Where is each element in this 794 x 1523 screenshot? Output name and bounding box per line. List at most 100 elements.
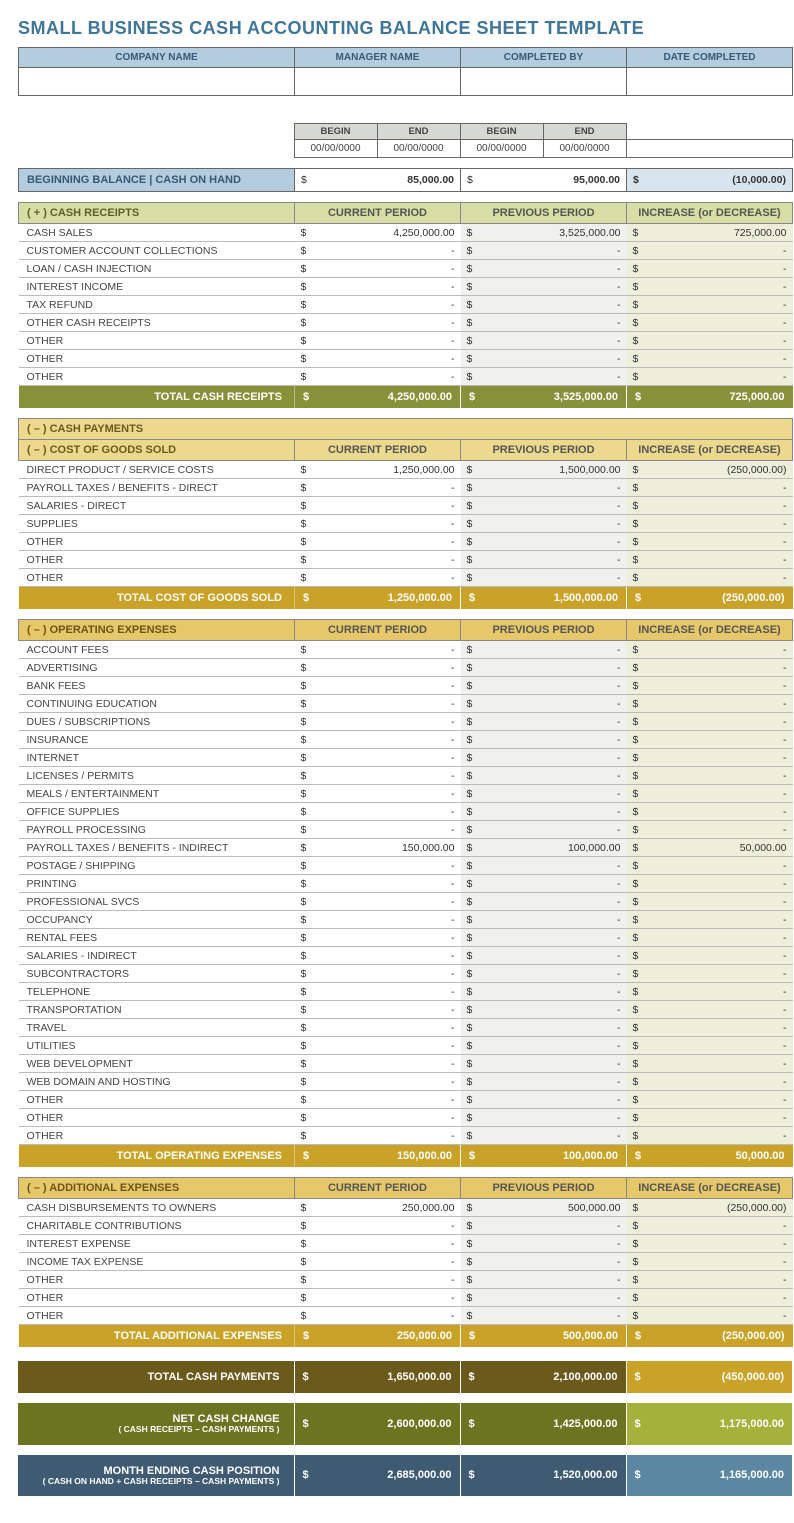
completed-by-input[interactable] xyxy=(461,68,627,96)
row-previous[interactable]: $- xyxy=(461,1127,627,1145)
row-current[interactable]: $- xyxy=(295,641,461,659)
row-current[interactable]: $- xyxy=(295,1037,461,1055)
row-previous[interactable]: $- xyxy=(461,1289,627,1307)
row-current[interactable]: $- xyxy=(295,1217,461,1235)
row-previous[interactable]: $- xyxy=(461,965,627,983)
row-previous[interactable]: $- xyxy=(461,1001,627,1019)
row-previous[interactable]: $- xyxy=(461,497,627,515)
row-current[interactable]: $250,000.00 xyxy=(295,1199,461,1217)
row-previous[interactable]: $- xyxy=(461,929,627,947)
row-previous[interactable]: $- xyxy=(461,1235,627,1253)
row-previous[interactable]: $- xyxy=(461,296,627,314)
row-previous[interactable]: $- xyxy=(461,260,627,278)
row-current[interactable]: $- xyxy=(295,242,461,260)
company-name-input[interactable] xyxy=(19,68,295,96)
row-previous[interactable]: $- xyxy=(461,749,627,767)
row-previous[interactable]: $- xyxy=(461,1271,627,1289)
row-previous[interactable]: $- xyxy=(461,857,627,875)
row-previous[interactable]: $- xyxy=(461,677,627,695)
row-current[interactable]: $- xyxy=(295,983,461,1001)
row-previous[interactable]: $- xyxy=(461,1217,627,1235)
row-current[interactable]: $- xyxy=(295,314,461,332)
current-end-input[interactable]: 00/00/0000 xyxy=(377,140,460,158)
row-previous[interactable]: $- xyxy=(461,1019,627,1037)
row-current[interactable]: $- xyxy=(295,1271,461,1289)
row-previous[interactable]: $- xyxy=(461,515,627,533)
row-current[interactable]: $- xyxy=(295,332,461,350)
row-previous[interactable]: $- xyxy=(461,1037,627,1055)
row-current[interactable]: $- xyxy=(295,911,461,929)
row-current[interactable]: $- xyxy=(295,785,461,803)
row-current[interactable]: $- xyxy=(295,1019,461,1037)
row-previous[interactable]: $- xyxy=(461,569,627,587)
row-current[interactable]: $- xyxy=(295,1289,461,1307)
row-previous[interactable]: $- xyxy=(461,314,627,332)
row-previous[interactable]: $- xyxy=(461,551,627,569)
row-previous[interactable]: $- xyxy=(461,242,627,260)
row-current[interactable]: $- xyxy=(295,533,461,551)
row-previous[interactable]: $- xyxy=(461,767,627,785)
row-current[interactable]: $- xyxy=(295,350,461,368)
row-previous[interactable]: $1,500,000.00 xyxy=(461,461,627,479)
manager-name-input[interactable] xyxy=(295,68,461,96)
row-current[interactable]: $- xyxy=(295,659,461,677)
row-current[interactable]: $- xyxy=(295,1127,461,1145)
row-previous[interactable]: $- xyxy=(461,947,627,965)
row-current[interactable]: $- xyxy=(295,569,461,587)
row-current[interactable]: $- xyxy=(295,965,461,983)
row-previous[interactable]: $- xyxy=(461,785,627,803)
row-current[interactable]: $- xyxy=(295,947,461,965)
row-current[interactable]: $- xyxy=(295,1073,461,1091)
row-previous[interactable]: $- xyxy=(461,533,627,551)
row-current[interactable]: $- xyxy=(295,1109,461,1127)
row-current[interactable]: $4,250,000.00 xyxy=(295,224,461,242)
row-current[interactable]: $- xyxy=(295,1001,461,1019)
row-current[interactable]: $- xyxy=(295,1055,461,1073)
row-previous[interactable]: $3,525,000.00 xyxy=(461,224,627,242)
row-previous[interactable]: $- xyxy=(461,332,627,350)
row-current[interactable]: $- xyxy=(295,479,461,497)
row-previous[interactable]: $- xyxy=(461,911,627,929)
row-current[interactable]: $- xyxy=(295,875,461,893)
row-previous[interactable]: $- xyxy=(461,659,627,677)
row-previous[interactable]: $- xyxy=(461,803,627,821)
row-current[interactable]: $- xyxy=(295,749,461,767)
row-current[interactable]: $- xyxy=(295,368,461,386)
row-previous[interactable]: $- xyxy=(461,368,627,386)
row-current[interactable]: $- xyxy=(295,1091,461,1109)
row-previous[interactable]: $100,000.00 xyxy=(461,839,627,857)
row-previous[interactable]: $- xyxy=(461,875,627,893)
row-current[interactable]: $150,000.00 xyxy=(295,839,461,857)
row-current[interactable]: $- xyxy=(295,767,461,785)
row-current[interactable]: $- xyxy=(295,551,461,569)
row-current[interactable]: $- xyxy=(295,1307,461,1325)
row-previous[interactable]: $- xyxy=(461,350,627,368)
row-previous[interactable]: $500,000.00 xyxy=(461,1199,627,1217)
row-previous[interactable]: $- xyxy=(461,1109,627,1127)
row-previous[interactable]: $- xyxy=(461,641,627,659)
row-current[interactable]: $- xyxy=(295,713,461,731)
row-previous[interactable]: $- xyxy=(461,1091,627,1109)
row-current[interactable]: $- xyxy=(295,260,461,278)
current-begin-input[interactable]: 00/00/0000 xyxy=(294,140,377,158)
row-current[interactable]: $- xyxy=(295,803,461,821)
row-previous[interactable]: $- xyxy=(461,983,627,1001)
row-current[interactable]: $- xyxy=(295,731,461,749)
beginning-balance-current[interactable]: $ 85,000.00 xyxy=(295,169,461,192)
row-current[interactable]: $- xyxy=(295,929,461,947)
row-current[interactable]: $- xyxy=(295,1253,461,1271)
row-current[interactable]: $- xyxy=(295,695,461,713)
row-current[interactable]: $- xyxy=(295,497,461,515)
row-previous[interactable]: $- xyxy=(461,1073,627,1091)
previous-begin-input[interactable]: 00/00/0000 xyxy=(460,140,543,158)
row-current[interactable]: $- xyxy=(295,677,461,695)
date-completed-input[interactable] xyxy=(627,68,793,96)
row-current[interactable]: $- xyxy=(295,821,461,839)
row-previous[interactable]: $- xyxy=(461,695,627,713)
row-current[interactable]: $- xyxy=(295,857,461,875)
row-current[interactable]: $- xyxy=(295,296,461,314)
row-current[interactable]: $- xyxy=(295,893,461,911)
previous-end-input[interactable]: 00/00/0000 xyxy=(543,140,626,158)
row-previous[interactable]: $- xyxy=(461,1055,627,1073)
row-previous[interactable]: $- xyxy=(461,479,627,497)
